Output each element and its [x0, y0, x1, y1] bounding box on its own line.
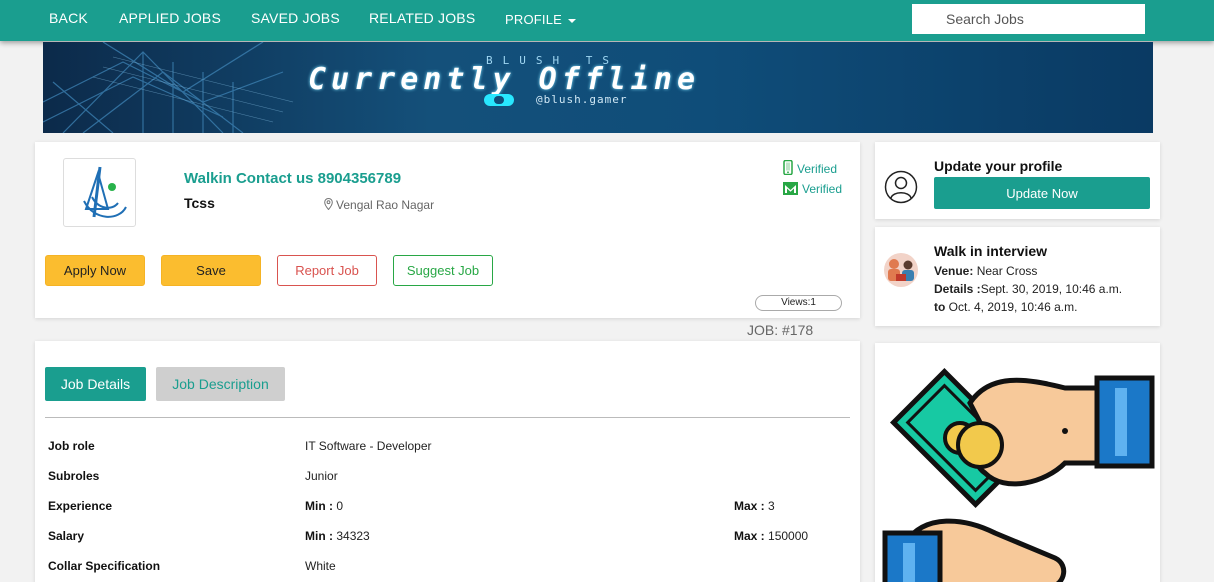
money-hand-icon: [882, 367, 1155, 582]
min-label: Min :: [305, 499, 333, 513]
update-now-button[interactable]: Update Now: [934, 177, 1150, 209]
details-label: Details :: [934, 282, 981, 296]
job-location: Vengal Rao Nagar: [324, 197, 435, 212]
apply-now-button[interactable]: Apply Now: [45, 255, 145, 286]
detail-value-min: Min : 0: [305, 499, 343, 513]
update-profile-card: Update your profile Update Now: [875, 142, 1160, 219]
salary-min-value: 34323: [336, 529, 370, 543]
job-details-card: Job Details Job Description Job role IT …: [35, 341, 860, 582]
instagram-icon: [484, 94, 514, 106]
salary-illustration-card: [875, 343, 1160, 582]
tab-job-description[interactable]: Job Description: [156, 367, 285, 401]
job-contact-title: Walkin Contact us 8904356789: [184, 170, 402, 187]
walk-in-title: Walk in interview: [934, 243, 1048, 259]
detail-label: Experience: [48, 499, 113, 513]
job-location-text: Vengal Rao Nagar: [336, 198, 435, 212]
offline-banner: BLUSH TS Currently Offline @blush.gamer: [43, 42, 1153, 133]
detail-value-max: Max : 150000: [734, 529, 808, 543]
email-verified-badge: Verified: [783, 182, 842, 196]
detail-row-job-role: Job role IT Software - Developer: [35, 439, 860, 459]
max-label: Max :: [734, 499, 765, 513]
map-pin-icon: [324, 197, 333, 211]
detail-value: IT Software - Developer: [305, 439, 432, 453]
venue-label: Venue:: [934, 264, 974, 278]
suggest-job-button[interactable]: Suggest Job: [393, 255, 493, 286]
to-label: to: [934, 300, 946, 314]
detail-value-min: Min : 34323: [305, 529, 370, 543]
detail-label: Salary: [48, 529, 85, 543]
job-summary-card: Walkin Contact us 8904356789 Tcss Vengal…: [35, 142, 860, 318]
detail-row-collar: Collar Specification White: [35, 559, 860, 579]
detail-label: Subroles: [48, 469, 100, 483]
detail-row-subroles: Subroles Junior: [35, 469, 860, 489]
save-button[interactable]: Save: [161, 255, 261, 286]
job-number: JOB: #178: [747, 322, 814, 338]
banner-title: Currently Offline: [308, 62, 701, 97]
walk-in-to: to Oct. 4, 2019, 10:46 a.m.: [934, 300, 1077, 314]
exp-max-value: 3: [768, 499, 775, 513]
tab-job-details[interactable]: Job Details: [45, 367, 146, 401]
mobile-phone-icon: [783, 159, 793, 176]
detail-label: Job role: [48, 439, 95, 453]
phone-verified-text: Verified: [797, 162, 838, 176]
update-profile-title: Update your profile: [934, 158, 1063, 174]
detail-value: Junior: [305, 469, 338, 483]
exp-min-value: 0: [336, 499, 344, 513]
email-icon: [783, 182, 798, 195]
chevron-down-icon: [568, 18, 577, 23]
report-job-button[interactable]: Report Job: [277, 255, 377, 286]
walk-in-interview-card: Walk in interview Venue: Near Cross Deta…: [875, 227, 1160, 326]
top-navbar: BACK APPLIED JOBS SAVED JOBS RELATED JOB…: [0, 0, 1214, 41]
nav-profile-dropdown[interactable]: PROFILE: [505, 12, 577, 27]
detail-row-salary: Salary Min : 34323 Max : 150000: [35, 529, 860, 549]
company-logo: [63, 158, 136, 227]
views-count-badge: Views:1: [755, 295, 842, 311]
venue-value: Near Cross: [976, 264, 1038, 278]
email-verified-text: Verified: [802, 182, 843, 196]
company-name: Tcss: [184, 195, 215, 211]
min-label: Min :: [305, 529, 333, 543]
nav-applied-jobs-link[interactable]: APPLIED JOBS: [119, 10, 221, 26]
walk-in-details: Details :Sept. 30, 2019, 10:46 a.m.: [934, 282, 1122, 296]
detail-value-max: Max : 3: [734, 499, 775, 513]
nav-back-link[interactable]: BACK: [49, 10, 88, 26]
nav-saved-jobs-link[interactable]: SAVED JOBS: [251, 10, 340, 26]
search-input[interactable]: [912, 4, 1145, 34]
max-label: Max :: [734, 529, 765, 543]
detail-row-experience: Experience Min : 0 Max : 3: [35, 499, 860, 519]
banner-handle: @blush.gamer: [536, 93, 628, 106]
salary-max-value: 150000: [768, 529, 809, 543]
detail-label: Collar Specification: [48, 559, 161, 573]
interview-icon: [884, 253, 918, 287]
walk-in-venue: Venue: Near Cross: [934, 264, 1037, 278]
user-profile-icon: [884, 170, 918, 204]
detail-value: White: [305, 559, 336, 573]
nav-related-jobs-link[interactable]: RELATED JOBS: [369, 10, 475, 26]
phone-verified-badge: Verified: [783, 159, 838, 176]
tab-divider: [45, 417, 850, 418]
details-from: Sept. 30, 2019, 10:46 a.m.: [980, 282, 1123, 296]
nav-profile-label: PROFILE: [505, 12, 563, 27]
details-to: Oct. 4, 2019, 10:46 a.m.: [948, 300, 1078, 314]
